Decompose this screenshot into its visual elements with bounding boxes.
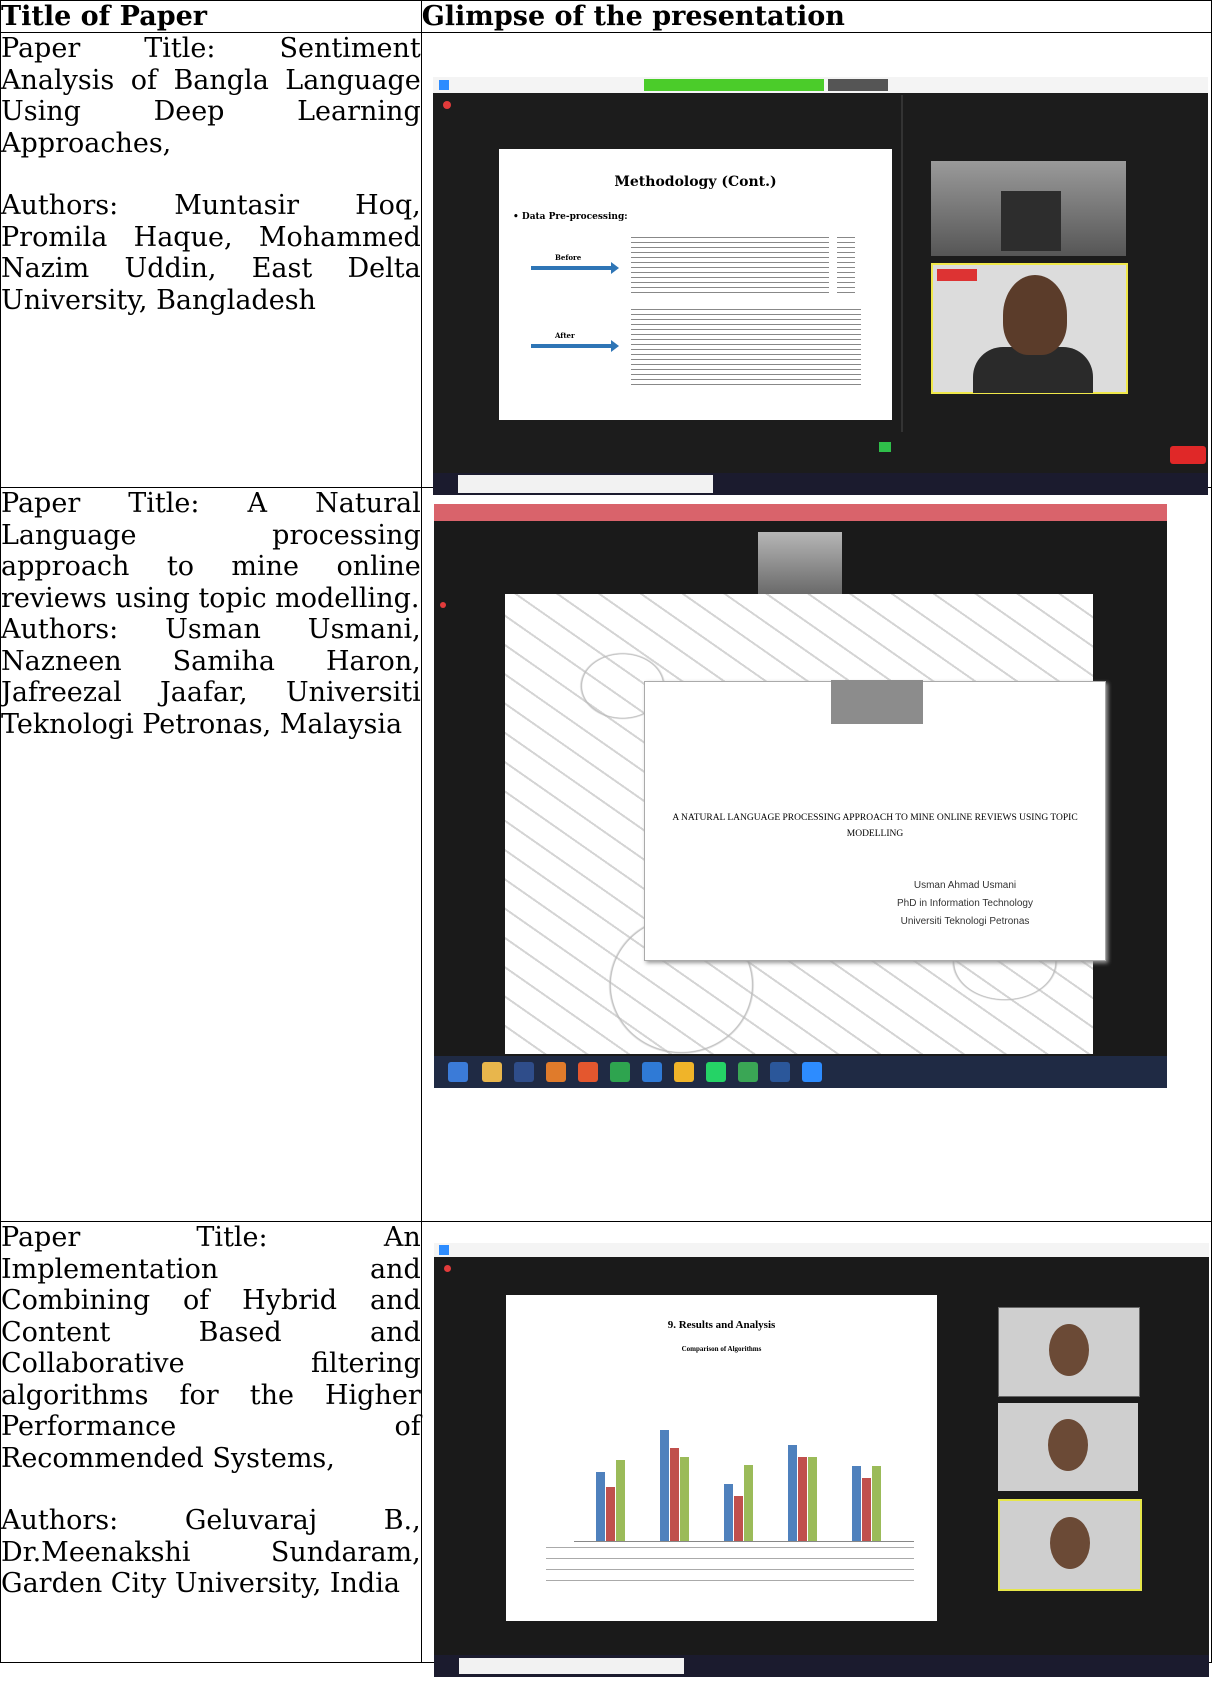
chart-data-table [546,1547,914,1591]
windows-taskbar [434,1056,1167,1088]
paper-authors-text: Authors: Usman Usmani, Nazneen Samiha Ha… [1,614,421,740]
shared-slide: A NATURAL LANGUAGE PROCESSING APPROACH T… [505,594,1106,1054]
excel-icon [738,1062,758,1082]
presentation-screenshot-1: Methodology (Cont.) • Data Pre-processin… [433,77,1208,495]
slide-title-card: A NATURAL LANGUAGE PROCESSING APPROACH T… [644,680,1106,961]
chart-bar [852,1466,861,1541]
after-label: After [555,331,575,340]
share-screen-icon [879,442,891,452]
slide-bullet: • Data Pre-processing: [513,212,628,222]
app-icon [610,1062,630,1082]
vlc-icon [546,1062,566,1082]
slide-grey-tab [831,680,923,724]
video-tile [998,1403,1138,1491]
slide-author-block: Usman Ahmad Usmani PhD in Information Te… [865,877,1065,931]
word-icon [770,1062,790,1082]
col-glimpse-header: Glimpse of the presentation [420,0,1212,33]
chart-bar [596,1472,605,1541]
zoom-app-icon [439,1245,449,1255]
chart-bar [616,1460,625,1541]
slide-title: 9. Results and Analysis [667,1319,776,1331]
participant-face [1049,1324,1089,1376]
chart-bar [660,1430,669,1541]
zoom-control-bar [433,432,1208,470]
recording-icon [444,1265,451,1272]
video-thumbnail [758,532,842,594]
chart-bar [680,1457,689,1541]
arrow-icon [531,262,619,274]
chart-bar [788,1445,797,1541]
panel-divider [901,95,903,435]
view-options-button [828,79,888,91]
paper-title-text: Paper Title: An Implementation and Combi… [1,1222,421,1474]
slide-presenter: Usman Ahmad Usmani [913,880,1017,891]
video-tile-room [931,161,1126,256]
shared-slide: Methodology (Cont.) • Data Pre-processin… [499,149,892,420]
paper-title-text: Paper Title: Sentiment Analysis of Bangl… [1,33,421,159]
slide-degree: PhD in Information Technology [896,898,1033,909]
recording-icon [443,101,451,109]
ie-icon [642,1062,662,1082]
text-block [631,237,829,293]
paper-cell: Paper Title: An Implementation and Combi… [0,1221,422,1663]
participant-face [1050,1517,1090,1569]
participant-face [1048,1419,1088,1471]
chart-bar [872,1466,881,1541]
photoshop-icon [514,1062,534,1082]
slide-title: Methodology (Cont.) [614,174,777,190]
taskbar-search-box [458,475,713,493]
chart-bar [606,1487,615,1541]
windows-taskbar [434,1655,1209,1677]
paper-authors-text: Authors: Muntasir Hoq, Promila Haque, Mo… [1,190,421,316]
chart-title: Comparison of Algorithms [681,1345,762,1353]
folder-icon [482,1062,502,1082]
firefox-icon [578,1062,598,1082]
presentation-screenshot-3: 9. Results and Analysis Comparison of Al… [434,1243,1209,1677]
zoom-icon [802,1062,822,1082]
zoom-titlebar [434,1243,1209,1257]
paper-cell: Paper Title: A Natural Language processi… [0,487,422,1222]
table-header-row: Title of Paper Glimpse of the presentati… [0,0,1212,33]
chrome-icon [674,1062,694,1082]
university-logo [937,269,977,281]
chart-bar [734,1496,743,1541]
slide-university: Universiti Teknologi Petronas [900,916,1030,927]
zoom-app-icon [439,80,449,90]
taskbar-search-box [459,1658,684,1674]
chart-bar [808,1457,817,1541]
arrow-icon [531,340,619,352]
zoom-titlebar [434,504,1167,521]
recording-icon [440,602,446,608]
leave-button [1170,446,1206,464]
bar-chart-plot [574,1383,914,1542]
paper-authors-text: Authors: Geluvaraj B., Dr.Meenakshi Sund… [1,1505,421,1599]
paper-cell: Paper Title: Sentiment Analysis of Bangl… [0,32,422,488]
whatsapp-icon [706,1062,726,1082]
start-icon [448,1062,468,1082]
presentation-screenshot-2: A NATURAL LANGUAGE PROCESSING APPROACH T… [434,504,1167,1088]
shared-slide: 9. Results and Analysis Comparison of Al… [506,1295,937,1621]
slide-title: A NATURAL LANGUAGE PROCESSING APPROACH T… [672,813,1078,839]
before-label: Before [555,253,582,262]
chart-bar [724,1484,733,1541]
zoom-titlebar [433,77,1208,93]
col-title-header: Title of Paper [0,0,422,33]
chart-bar [670,1448,679,1541]
video-tile [998,1307,1140,1397]
text-block [631,309,861,389]
chart-bar [798,1457,807,1541]
chart-bar [744,1464,753,1541]
paper-title-text: Paper Title: A Natural Language processi… [1,488,421,614]
text-block [837,237,855,293]
chart-bar [862,1478,871,1541]
speaker-face [1003,275,1067,355]
windows-taskbar [433,473,1208,495]
video-tile-speaker [931,263,1128,394]
screen-share-banner [644,79,824,91]
video-tile-active [998,1499,1142,1591]
